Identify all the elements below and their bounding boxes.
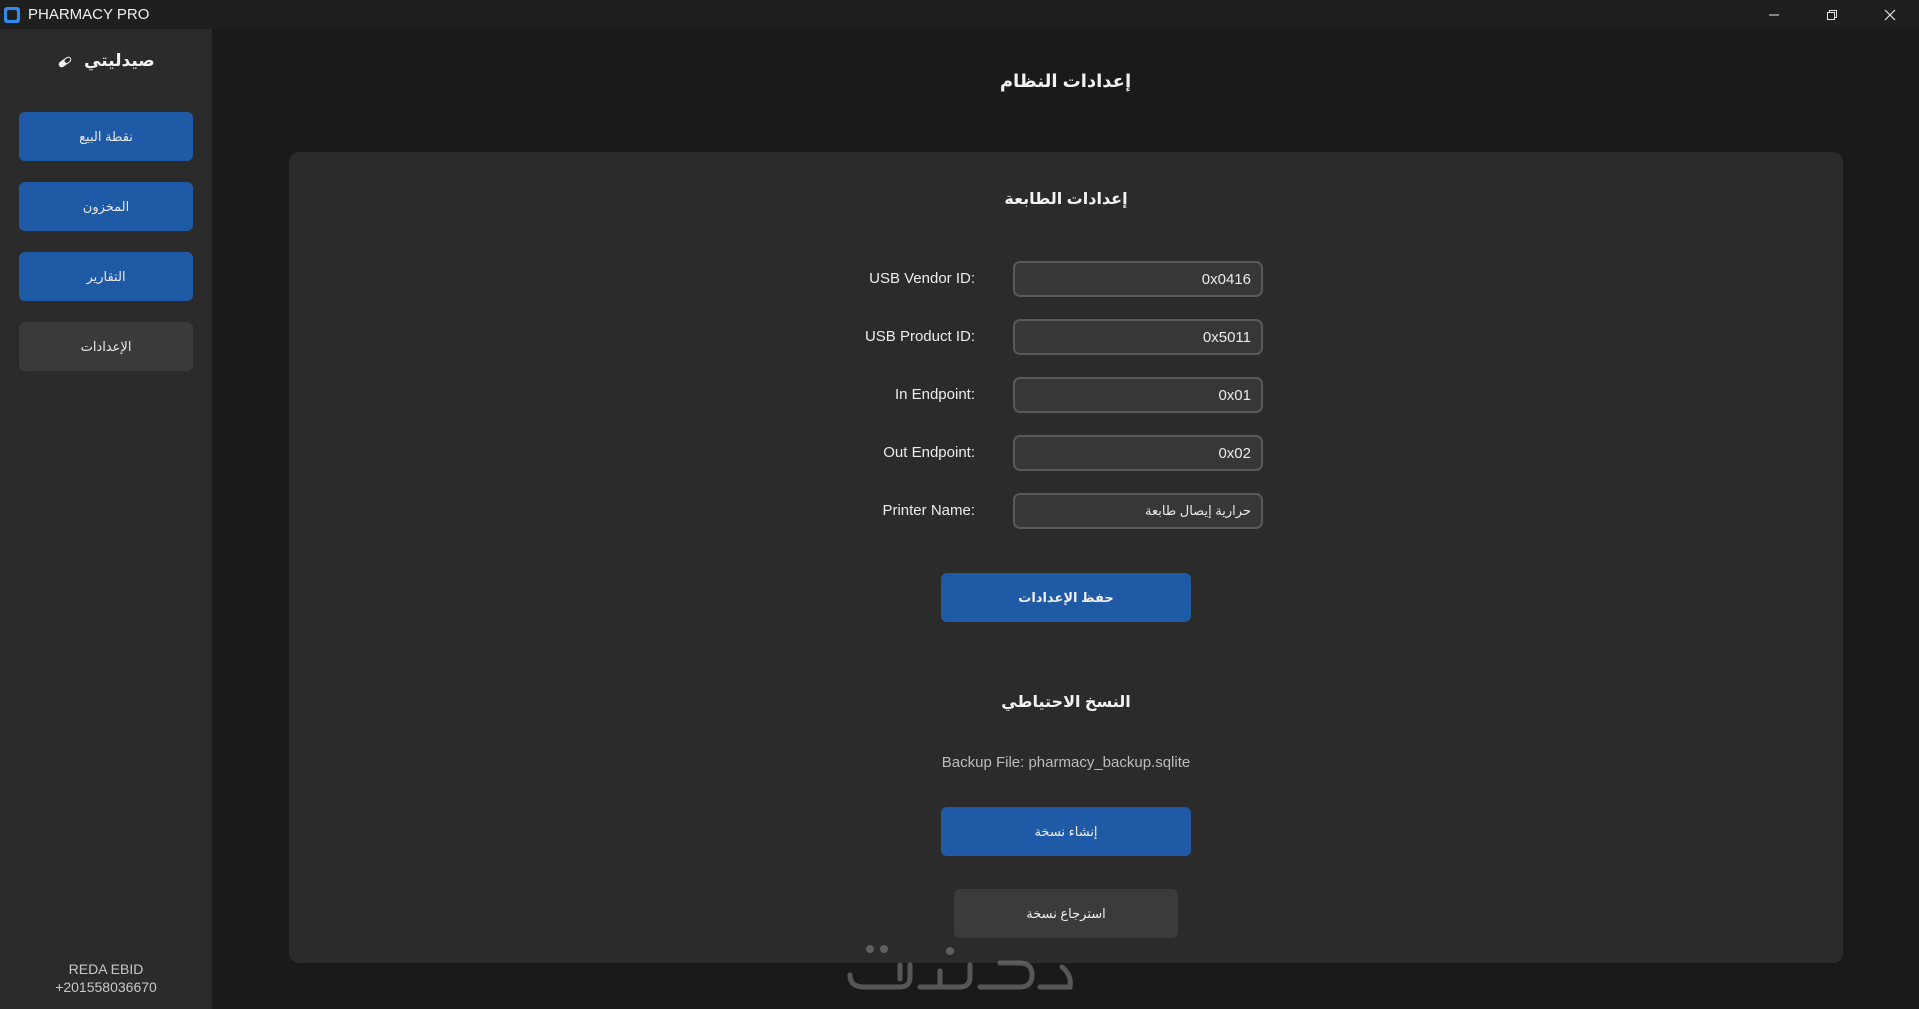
restore-backup-button[interactable]: استرجاع نسخة bbox=[954, 889, 1178, 938]
sidebar: صيدليتي نقطة البيع المخزون التقارير الإع… bbox=[0, 29, 212, 1009]
close-button[interactable] bbox=[1861, 0, 1919, 29]
vendor-id-input[interactable] bbox=[1013, 261, 1263, 297]
pill-icon bbox=[59, 56, 72, 67]
in-endpoint-input[interactable] bbox=[1013, 377, 1263, 413]
sidebar-item-label: التقارير bbox=[86, 268, 126, 284]
restore-backup-label: استرجاع نسخة bbox=[1026, 905, 1106, 921]
window-title: PHARMACY PRO bbox=[28, 6, 150, 23]
vendor-id-label: USB Vendor ID: bbox=[869, 270, 975, 287]
minimize-button[interactable] bbox=[1745, 0, 1803, 29]
out-endpoint-row: Out Endpoint: bbox=[289, 435, 1843, 471]
in-endpoint-label: In Endpoint: bbox=[894, 386, 975, 403]
sidebar-item-settings[interactable]: الإعدادات bbox=[19, 322, 193, 371]
window-controls bbox=[1745, 0, 1919, 29]
app-icon bbox=[4, 6, 20, 23]
printer-name-row: Printer Name: bbox=[289, 493, 1843, 529]
printer-section-title: إعدادات الطابعة bbox=[1004, 191, 1128, 208]
in-endpoint-row: In Endpoint: bbox=[289, 377, 1843, 413]
printer-name-label: Printer Name: bbox=[882, 502, 975, 519]
vendor-id-row: USB Vendor ID: bbox=[289, 261, 1843, 297]
out-endpoint-input[interactable] bbox=[1013, 435, 1263, 471]
brand: صيدليتي bbox=[0, 51, 212, 71]
restore-icon bbox=[1827, 9, 1837, 20]
page-title: إعدادات النظام bbox=[999, 71, 1132, 91]
settings-panel: إعدادات الطابعة USB Vendor ID: USB Produ… bbox=[289, 152, 1843, 963]
sidebar-footer: REDA EBID +201558036670 bbox=[0, 960, 212, 996]
minimize-icon bbox=[1769, 14, 1779, 15]
developer-phone: +201558036670 bbox=[55, 979, 157, 995]
developer-name: REDA EBID bbox=[68, 961, 144, 977]
sidebar-item-label: المخزون bbox=[82, 198, 130, 214]
save-settings-button[interactable]: حفظ الإعدادات bbox=[941, 573, 1191, 622]
sidebar-item-label: نقطة البيع bbox=[79, 128, 133, 144]
sidebar-item-inventory[interactable]: المخزون bbox=[19, 182, 193, 231]
brand-label: صيدليتي bbox=[84, 51, 155, 70]
title-bar: PHARMACY PRO bbox=[0, 0, 1919, 29]
restore-button[interactable] bbox=[1803, 0, 1861, 29]
save-settings-label: حفظ الإعدادات bbox=[1018, 589, 1114, 605]
printer-name-input[interactable] bbox=[1013, 493, 1263, 529]
watermark-logo bbox=[847, 945, 1073, 990]
sidebar-item-reports[interactable]: التقارير bbox=[19, 252, 193, 301]
sidebar-item-pos[interactable]: نقطة البيع bbox=[19, 112, 193, 161]
create-backup-label: إنشاء نسخة bbox=[1034, 823, 1098, 839]
out-endpoint-label: Out Endpoint: bbox=[883, 444, 975, 461]
sidebar-item-label: الإعدادات bbox=[80, 338, 132, 354]
product-id-row: USB Product ID: bbox=[289, 319, 1843, 355]
backup-section-title: النسخ الاحتياطي bbox=[1001, 694, 1131, 711]
backup-file-text: Backup File: pharmacy_backup.sqlite bbox=[941, 754, 1191, 771]
create-backup-button[interactable]: إنشاء نسخة bbox=[941, 807, 1191, 856]
product-id-label: USB Product ID: bbox=[864, 328, 975, 345]
product-id-input[interactable] bbox=[1013, 319, 1263, 355]
close-icon bbox=[1884, 9, 1896, 20]
